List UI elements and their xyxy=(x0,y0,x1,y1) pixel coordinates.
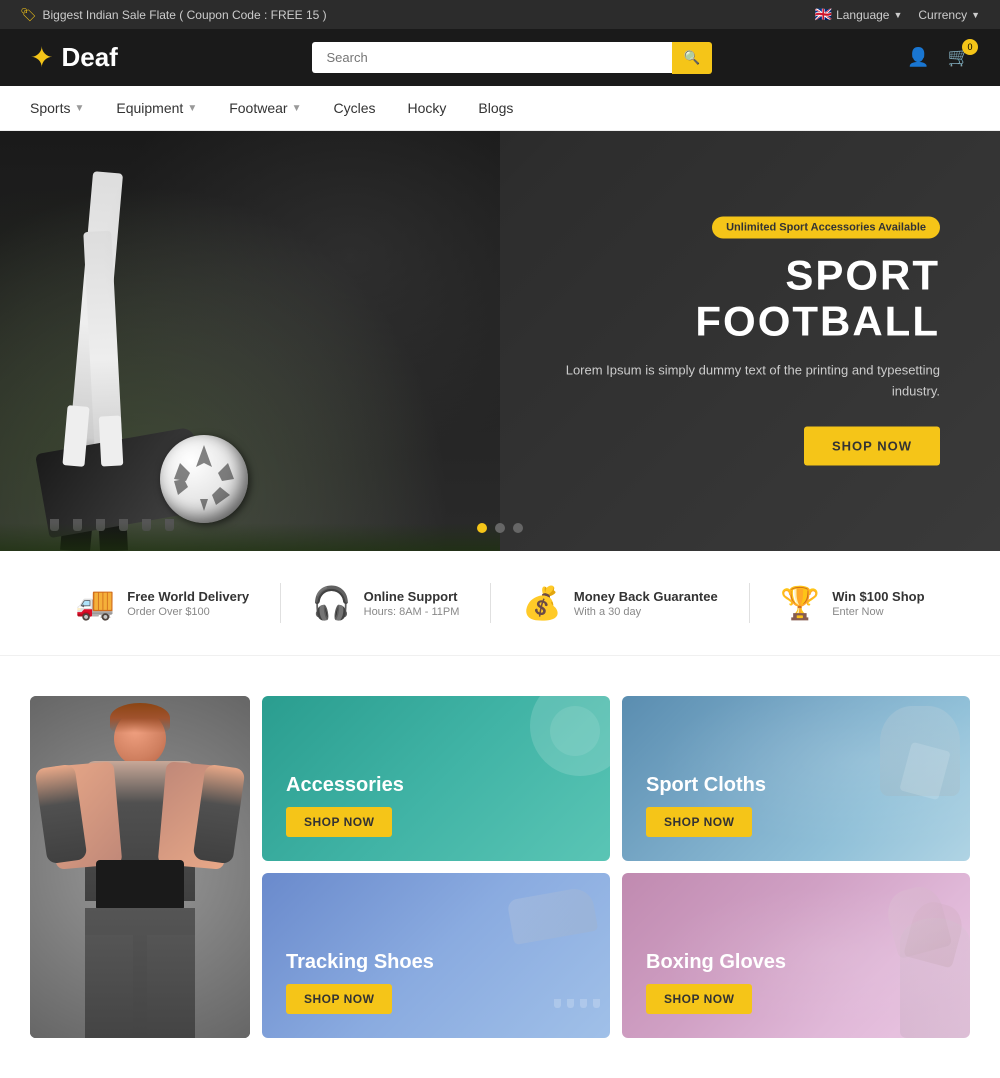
moneyback-subtitle: With a 30 day xyxy=(574,606,718,618)
language-selector[interactable]: 🇬🇧 Language ▼ xyxy=(815,6,903,23)
tracking-shoes-title: Tracking Shoes xyxy=(286,951,586,974)
features-bar: 🚚 Free World Delivery Order Over $100 🎧 … xyxy=(0,551,1000,656)
feature-support: 🎧 Online Support Hours: 8AM - 11PM xyxy=(312,584,460,622)
win-icon: 🏆 xyxy=(780,584,820,622)
nav-item-equipment[interactable]: Equipment ▼ xyxy=(116,86,197,130)
logo-text: Deaf xyxy=(61,42,117,73)
feature-moneyback: 💰 Money Back Guarantee With a 30 day xyxy=(522,584,718,622)
hero-content: Unlimited Sport Accessories Available SP… xyxy=(560,217,940,466)
search-input[interactable] xyxy=(312,42,671,73)
nav-item-sports[interactable]: Sports ▼ xyxy=(30,86,84,130)
promo-bar: 🏷 Biggest Indian Sale Flate ( Coupon Cod… xyxy=(20,7,327,23)
nav-item-footwear[interactable]: Footwear ▼ xyxy=(229,86,301,130)
hero-shop-now-button[interactable]: SHOP NOW xyxy=(804,426,940,465)
flag-icon: 🇬🇧 xyxy=(815,6,832,23)
boxing-gloves-shop-now[interactable]: SHOP NOW xyxy=(646,984,752,1014)
header-icons: 👤 🛒 0 xyxy=(907,47,970,68)
moneyback-title: Money Back Guarantee xyxy=(574,589,718,604)
logo-icon: ✦ xyxy=(30,41,53,74)
sports-arrow: ▼ xyxy=(74,103,84,114)
support-icon: 🎧 xyxy=(312,584,352,622)
nav-item-cycles[interactable]: Cycles xyxy=(333,86,375,130)
header: ✦ Deaf 🔍 👤 🛒 0 xyxy=(0,29,1000,86)
hero-visual xyxy=(0,131,500,551)
accessories-title: Accessories xyxy=(286,774,586,797)
feature-divider-3 xyxy=(749,583,750,623)
category-main-image xyxy=(30,696,250,1038)
feature-delivery: 🚚 Free World Delivery Order Over $100 xyxy=(75,584,249,622)
category-card-sport-cloths[interactable]: Sport Cloths SHOP NOW xyxy=(622,696,970,861)
category-card-tracking-shoes[interactable]: Tracking Shoes SHOP NOW xyxy=(262,873,610,1038)
hero-dot-1[interactable] xyxy=(477,523,487,533)
search-button[interactable]: 🔍 xyxy=(672,42,713,74)
promo-text: Biggest Indian Sale Flate ( Coupon Code … xyxy=(43,8,327,22)
nav-item-blogs[interactable]: Blogs xyxy=(478,86,513,130)
feature-divider-1 xyxy=(280,583,281,623)
delivery-icon: 🚚 xyxy=(75,584,115,622)
hero-dots xyxy=(477,523,523,533)
currency-selector[interactable]: Currency ▼ xyxy=(918,8,980,22)
boxing-gloves-title: Boxing Gloves xyxy=(646,951,946,974)
sport-cloths-shop-now[interactable]: SHOP NOW xyxy=(646,807,752,837)
sport-cloths-title: Sport Cloths xyxy=(646,774,946,797)
moneyback-icon: 💰 xyxy=(522,584,562,622)
accessories-shop-now[interactable]: SHOP NOW xyxy=(286,807,392,837)
support-title: Online Support xyxy=(364,589,460,604)
equipment-arrow: ▼ xyxy=(187,103,197,114)
top-bar: 🏷 Biggest Indian Sale Flate ( Coupon Cod… xyxy=(0,0,1000,29)
hero-title: SPORT FOOTBALL xyxy=(560,253,940,345)
tracking-shoes-shop-now[interactable]: SHOP NOW xyxy=(286,984,392,1014)
delivery-subtitle: Order Over $100 xyxy=(127,606,249,618)
category-card-accessories[interactable]: Accessories SHOP NOW xyxy=(262,696,610,861)
delivery-title: Free World Delivery xyxy=(127,589,249,604)
lang-arrow: ▼ xyxy=(893,10,902,20)
cart-icon[interactable]: 🛒 0 xyxy=(948,47,970,68)
hero-desc: Lorem Ipsum is simply dummy text of the … xyxy=(560,361,940,403)
categories-section: Accessories SHOP NOW Sport Cloths SHOP N… xyxy=(0,656,1000,1078)
win-title: Win $100 Shop xyxy=(832,589,924,604)
search-bar: 🔍 xyxy=(312,42,712,74)
hero-badge: Unlimited Sport Accessories Available xyxy=(712,217,940,239)
hero-banner: Unlimited Sport Accessories Available SP… xyxy=(0,131,1000,551)
nav-item-hocky[interactable]: Hocky xyxy=(408,86,447,130)
tag-icon: 🏷 xyxy=(20,7,37,23)
category-card-boxing-gloves[interactable]: Boxing Gloves SHOP NOW xyxy=(622,873,970,1038)
user-icon[interactable]: 👤 xyxy=(907,47,929,68)
hero-dot-2[interactable] xyxy=(495,523,505,533)
logo[interactable]: ✦ Deaf xyxy=(30,41,118,74)
win-subtitle: Enter Now xyxy=(832,606,924,618)
support-subtitle: Hours: 8AM - 11PM xyxy=(364,606,460,618)
footwear-arrow: ▼ xyxy=(292,103,302,114)
feature-win: 🏆 Win $100 Shop Enter Now xyxy=(780,584,924,622)
category-grid: Accessories SHOP NOW Sport Cloths SHOP N… xyxy=(30,696,970,1038)
hero-dot-3[interactable] xyxy=(513,523,523,533)
top-bar-right: 🇬🇧 Language ▼ Currency ▼ xyxy=(815,6,980,23)
feature-divider-2 xyxy=(490,583,491,623)
currency-arrow: ▼ xyxy=(971,10,980,20)
navigation: Sports ▼ Equipment ▼ Footwear ▼ Cycles H… xyxy=(0,86,1000,131)
cart-badge: 0 xyxy=(962,39,978,55)
